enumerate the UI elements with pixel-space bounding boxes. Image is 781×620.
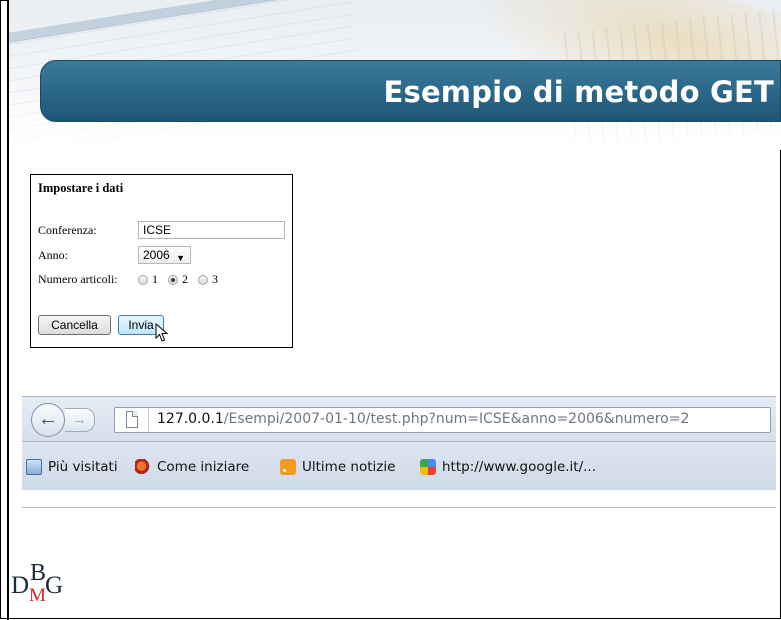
articles-label: Numero articoli: (38, 272, 118, 286)
articles-radio-3-label: 3 (212, 272, 218, 286)
conference-input[interactable]: ICSE (138, 221, 285, 239)
url-path: /Esempi/2007-01-10/test.php?num=ICSE&ann… (223, 411, 690, 427)
articles-radio-3[interactable] (198, 274, 208, 285)
google-icon (420, 459, 436, 475)
slide-title: Esempio di metodo GET (383, 75, 774, 109)
chevron-down-icon: ▼ (176, 253, 185, 263)
bookmark-label: Ultime notizie (302, 459, 396, 475)
back-button[interactable]: ← (31, 403, 65, 437)
year-select[interactable]: 2006 ▼ (138, 246, 191, 264)
url-text[interactable]: 127.0.0.1/Esempi/2007-01-10/test.php?num… (157, 411, 689, 427)
conference-label: Conferenza: (38, 223, 97, 237)
articles-radio-2-label: 2 (182, 272, 188, 286)
bookmark-most-visited[interactable]: Più visitati (26, 459, 118, 475)
bookmark-label: Come iniziare (157, 459, 250, 475)
firefox-icon (135, 459, 151, 475)
articles-radio-2[interactable] (168, 274, 178, 285)
form-panel: Impostare i dati Conferenza: ICSE Anno: … (30, 174, 293, 348)
logo-letter-d: D (11, 572, 30, 599)
mouse-cursor-icon (155, 323, 169, 342)
bookmark-google[interactable]: http://www.google.it/... (420, 459, 596, 475)
logo-letter-g: G (45, 572, 64, 599)
rss-icon (280, 459, 296, 475)
bookmark-getting-started[interactable]: Come iniziare (135, 459, 249, 475)
back-arrow-icon: ← (38, 408, 58, 430)
dbmg-logo: D B M G (11, 558, 91, 608)
magnifier-icon (26, 459, 42, 475)
url-host: 127.0.0.1 (157, 411, 224, 427)
articles-radio-1[interactable] (138, 274, 148, 285)
page-icon (126, 411, 138, 428)
browser-content-strip (22, 490, 776, 506)
address-bar-divider (148, 408, 149, 432)
form-heading: Impostare i dati (38, 181, 124, 195)
articles-radio-group: 1 2 3 (138, 272, 224, 287)
browser-chrome: ← → 127.0.0.1/Esempi/2007-01-10/test.php… (22, 396, 776, 508)
navigation-toolbar: ← → 127.0.0.1/Esempi/2007-01-10/test.php… (22, 397, 776, 442)
logo-letter-b: B (30, 560, 47, 586)
address-bar[interactable]: 127.0.0.1/Esempi/2007-01-10/test.php?num… (114, 407, 771, 433)
year-select-value: 2006 (143, 248, 170, 262)
bookmark-latest-news[interactable]: Ultime notizie (280, 459, 395, 475)
articles-radio-1-label: 1 (152, 272, 158, 286)
year-label: Anno: (38, 248, 68, 262)
bookmark-label: Più visitati (48, 459, 118, 475)
cancel-button[interactable]: Cancella (38, 315, 111, 335)
logo-letter-m: M (29, 585, 46, 606)
forward-button[interactable]: → (65, 408, 95, 432)
forward-arrow-icon: → (72, 411, 87, 428)
title-bar: Esempio di metodo GET (40, 60, 781, 122)
bookmark-label: http://www.google.it/... (442, 459, 597, 475)
bookmarks-toolbar: Più visitati Come iniziare Ultime notizi… (22, 442, 776, 490)
